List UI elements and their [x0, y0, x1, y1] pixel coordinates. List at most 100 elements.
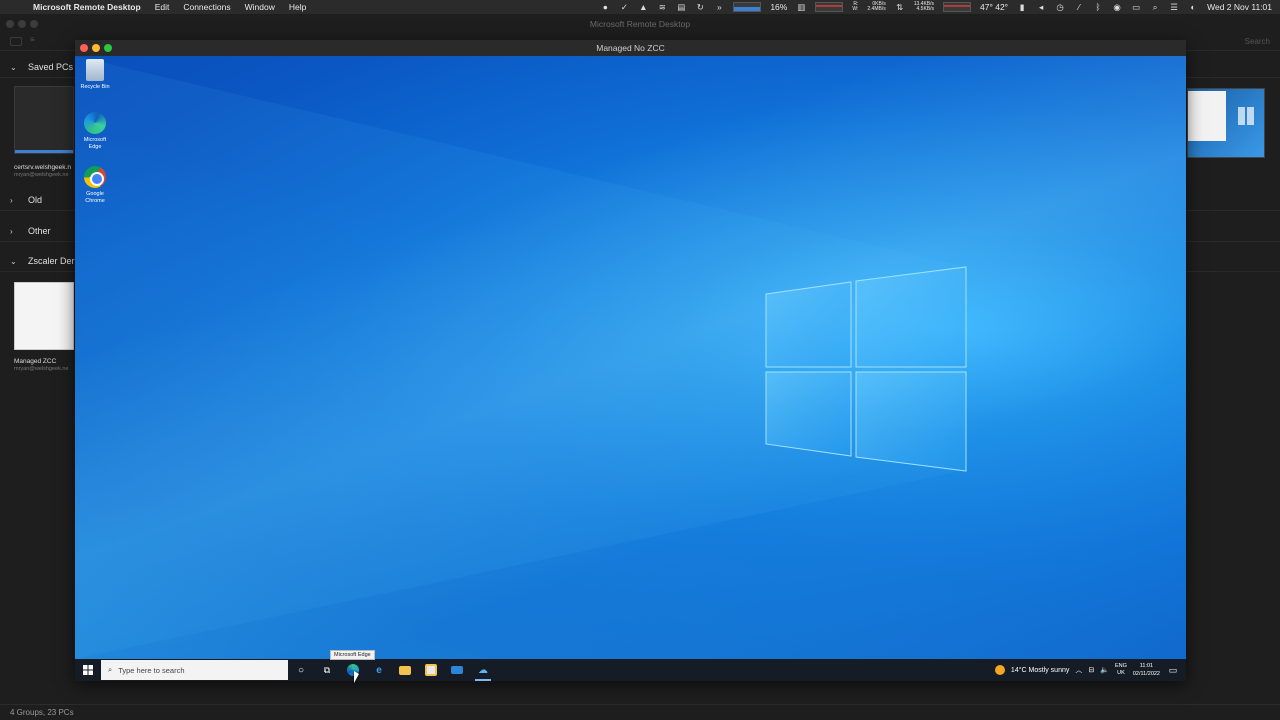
desktop-icon-chrome[interactable]: Google Chrome	[79, 166, 111, 204]
windows-desktop[interactable]: Recycle Bin Microsoft Edge Google Chrome	[75, 56, 1186, 659]
desktop-icon-edge[interactable]: Microsoft Edge	[79, 112, 111, 150]
disk-graph-icon[interactable]	[815, 2, 844, 12]
menu-help[interactable]: Help	[289, 2, 306, 12]
pc-thumbnail[interactable]	[14, 282, 74, 350]
taskbar-explorer-button[interactable]	[392, 659, 418, 681]
menu-window[interactable]: Window	[245, 2, 275, 12]
menu-connections[interactable]: Connections	[183, 2, 230, 12]
disk-rw-labels: R: W:	[852, 1, 859, 12]
chevron-right-icon: ›	[10, 226, 13, 236]
list-view-icon[interactable]: ≡	[30, 35, 42, 44]
chevron-right-icon: ›	[10, 195, 13, 205]
store-icon	[425, 664, 437, 676]
close-button[interactable]	[80, 44, 88, 52]
task-view-button[interactable]: ⧉	[314, 659, 340, 681]
pc-user: mryan@welshgeek.ne	[14, 366, 69, 372]
network-arrows-icon[interactable]: ⇅	[895, 2, 905, 12]
mrd-close-button[interactable]	[6, 20, 14, 28]
memory-icon[interactable]: ▥	[796, 2, 806, 12]
refresh-icon[interactable]: ↻	[695, 2, 705, 12]
menu-clock[interactable]: Wed 2 Nov 11:01	[1207, 2, 1272, 12]
app-menu[interactable]: Microsoft Remote Desktop	[33, 2, 141, 12]
taskbar-edge-button[interactable]	[340, 659, 366, 681]
waveform-icon[interactable]: ≋	[657, 2, 667, 12]
weather-icon[interactable]	[994, 665, 1005, 675]
windows-logo-icon	[1238, 107, 1254, 125]
taskbar-search-input[interactable]: ⌕ Type here to search	[101, 660, 288, 680]
search-icon: ⌕	[108, 665, 113, 674]
weather-text[interactable]: 14°C Mostly sunny	[1011, 667, 1069, 674]
cortana-icon: ○	[297, 664, 305, 676]
disk-speed[interactable]: 0KB/s 2.4MB/s	[867, 2, 885, 12]
recycle-bin-icon	[86, 59, 104, 81]
record-icon[interactable]: ●	[600, 2, 610, 12]
network-speed[interactable]: 13.4KB/s 4.5KB/s	[914, 2, 934, 12]
status-footer: 4 Groups, 23 PCs	[0, 704, 1280, 720]
windows-logo-wallpaper	[75, 56, 967, 659]
notification-icon[interactable]: ▭	[1166, 665, 1180, 676]
windows-taskbar: ⌕ Type here to search ○ ⧉ e ☁ 14°C Mostl…	[75, 659, 1186, 681]
chevron-up-icon[interactable]: ︿	[1075, 665, 1082, 675]
cortana-button[interactable]: ○	[288, 659, 314, 681]
chevron-down-icon: ⌄	[10, 256, 17, 266]
taskbar-zscaler-button[interactable]: ☁	[470, 659, 496, 681]
pc-name: certsrv.welshgeek.n	[14, 164, 71, 171]
cpu-percent[interactable]: 16%	[770, 2, 787, 12]
mrd-titlebar: Microsoft Remote Desktop	[0, 14, 1280, 33]
control-icon[interactable]: ◉	[1112, 2, 1122, 12]
mrd-search-field[interactable]: Search	[1245, 37, 1270, 46]
mrd-window-title: Microsoft Remote Desktop	[589, 18, 691, 29]
internet-explorer-icon: e	[376, 664, 382, 676]
language-indicator[interactable]: ENG UK	[1115, 663, 1127, 677]
menu-edit[interactable]: Edit	[155, 2, 170, 12]
minimize-button[interactable]	[92, 44, 100, 52]
mrd-zoom-button[interactable]	[30, 20, 38, 28]
pc-thumbnail[interactable]	[1187, 88, 1265, 158]
battery-icon[interactable]: ▮	[1017, 2, 1027, 12]
start-button[interactable]	[75, 659, 101, 681]
zoom-button[interactable]	[104, 44, 112, 52]
mail-icon	[451, 666, 463, 674]
network-graph-icon[interactable]	[943, 2, 972, 12]
mouse-cursor-icon	[354, 671, 359, 683]
mrd-minimize-button[interactable]	[18, 20, 26, 28]
session-title: Managed No ZCC	[596, 43, 665, 53]
siri-icon[interactable]: ◐	[1188, 2, 1198, 12]
edge-icon	[84, 112, 106, 134]
cpu-graph-icon[interactable]	[733, 2, 762, 12]
taskbar-ie-button[interactable]: e	[366, 659, 392, 681]
temperature-readout[interactable]: 47° 42°	[980, 2, 1008, 12]
docker-icon[interactable]: ▤	[676, 2, 686, 12]
check-icon[interactable]: ✓	[619, 2, 629, 12]
grid-view-icon[interactable]	[10, 37, 22, 46]
status-area: ● ✓ ▲ ≋ ▤ ↻ » 16% ▥ R: W: 0KB/s 2.4MB/s ⇅ …	[600, 0, 1272, 14]
arrows-icon[interactable]: »	[714, 2, 724, 12]
session-titlebar[interactable]: Managed No ZCC	[75, 40, 1186, 56]
desktop-icon-recycle-bin[interactable]: Recycle Bin	[79, 59, 111, 91]
wifi-off-icon[interactable]: ⁄	[1074, 2, 1084, 12]
chevron-down-icon: ⌄	[10, 62, 17, 72]
control-center-icon[interactable]: ☰	[1169, 2, 1179, 12]
chrome-icon	[84, 166, 106, 188]
edge-tooltip: Microsoft Edge	[330, 650, 375, 660]
network-icon[interactable]: ⊟	[1088, 666, 1094, 674]
windows-start-icon	[83, 665, 93, 675]
pc-name: Managed ZCC	[14, 358, 57, 365]
mute-icon[interactable]: ◂	[1036, 2, 1046, 12]
task-view-icon: ⧉	[323, 664, 331, 675]
bluetooth-icon[interactable]: ᛒ	[1093, 2, 1103, 12]
taskbar-store-button[interactable]	[418, 659, 444, 681]
time-machine-icon[interactable]: ◷	[1055, 2, 1065, 12]
taskbar-clock[interactable]: 11:01 02/11/2022	[1133, 662, 1160, 678]
taskbar-mail-button[interactable]	[444, 659, 470, 681]
spotlight-icon[interactable]: ⌕	[1150, 2, 1160, 12]
pc-thumbnail[interactable]	[14, 86, 74, 154]
system-tray: 14°C Mostly sunny ︿ ⊟ 🔈 ENG UK 11:01 02/11…	[994, 659, 1186, 681]
folder-icon	[399, 665, 411, 675]
zscaler-icon: ☁	[478, 664, 488, 676]
volume-icon[interactable]: 🔈	[1100, 666, 1109, 674]
remote-session-window: Managed No ZCC Recycle Bin Microsoft Edg…	[75, 40, 1186, 681]
mac-menu-bar: Microsoft Remote Desktop Edit Connection…	[0, 0, 1280, 14]
keyboard-icon[interactable]: ▭	[1131, 2, 1141, 12]
triangle-icon[interactable]: ▲	[638, 2, 648, 12]
